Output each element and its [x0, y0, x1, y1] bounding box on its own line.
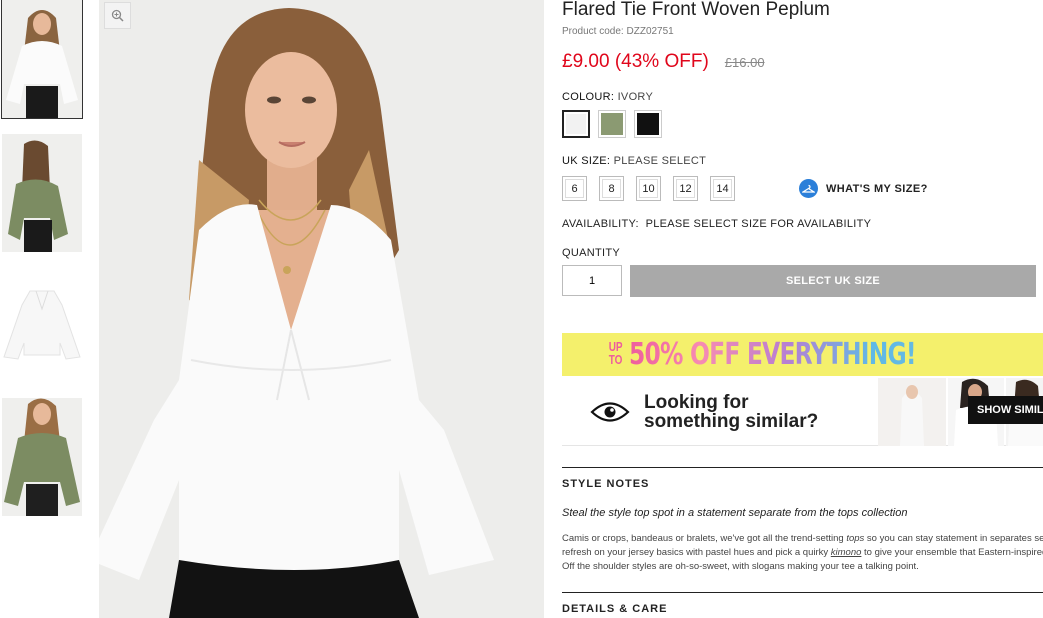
hanger-icon [799, 179, 818, 198]
promo-banner[interactable]: UP TO 50% OFF EVERYTHING! [562, 333, 1043, 376]
colour-label-row: COLOUR: IVORY [562, 91, 1043, 103]
eye-icon [590, 401, 630, 422]
price-row: £9.00 (43% OFF) £16.00 [562, 51, 1043, 73]
availability-label: AVAILABILITY: [562, 218, 639, 230]
zoom-in-icon [111, 9, 124, 22]
product-code-value: DZZ02751 [626, 26, 674, 37]
style-notes-body-part-1: Camis or crops, bandeaus or bralets, we'… [562, 533, 847, 544]
whats-my-size-label: WHAT'S MY SIZE? [826, 182, 928, 195]
size-value: PLEASE SELECT [613, 155, 707, 167]
product-details: Flared Tie Front Woven Peplum Product co… [562, 0, 1043, 618]
size-label-row: UK SIZE: PLEASE SELECT [562, 155, 1043, 167]
zoom-button[interactable] [104, 2, 131, 29]
similar-text: Looking for something similar? [644, 393, 818, 431]
swatch-black[interactable] [634, 110, 662, 138]
product-page: Flared Tie Front Woven Peplum Product co… [0, 0, 1043, 618]
colour-label: COLOUR: [562, 91, 615, 103]
availability-row: AVAILABILITY: PLEASE SELECT SIZE FOR AVA… [562, 218, 1043, 230]
swatch-khaki[interactable] [598, 110, 626, 138]
sale-price: £9.00 (43% OFF) [562, 51, 709, 72]
style-notes-heading[interactable]: STYLE NOTES [562, 478, 649, 490]
similar-line-1: Looking for [644, 391, 749, 413]
promo-upto: UP TO [608, 340, 623, 368]
similar-items-banner: Looking for something similar? SHOW SIMI… [562, 378, 1043, 446]
tops-link[interactable]: tops [846, 533, 864, 544]
colour-swatches [562, 110, 1043, 138]
availability-value: PLEASE SELECT SIZE FOR AVAILABILITY [645, 218, 872, 230]
size-6-button[interactable]: 6 [562, 176, 587, 201]
size-label: UK SIZE: [562, 155, 611, 167]
original-price: £16.00 [724, 55, 765, 70]
details-care-divider [562, 592, 1043, 593]
quantity-input[interactable] [562, 265, 622, 296]
promo-headline: 50% OFF EVERYTHING! [628, 337, 917, 372]
size-12-button[interactable]: 12 [673, 176, 698, 201]
details-care-heading[interactable]: DETAILS & CARE [562, 603, 667, 615]
whats-my-size-link[interactable]: WHAT'S MY SIZE? [799, 179, 928, 198]
product-title: Flared Tie Front Woven Peplum [562, 0, 830, 20]
select-size-button[interactable]: SELECT UK SIZE [630, 265, 1036, 297]
similar-preview-1 [878, 378, 946, 446]
colour-value: IVORY [617, 91, 654, 103]
thumbnail-front-khaki[interactable] [2, 398, 82, 516]
thumbnail-back-khaki[interactable] [2, 134, 82, 252]
style-notes-body: Camis or crops, bandeaus or bralets, we'… [562, 532, 1043, 574]
thumbnail-front-ivory[interactable] [1, 0, 83, 119]
promo-upto-up: UP [608, 340, 623, 355]
style-notes-divider [562, 467, 1043, 468]
product-code-label: Product code: [562, 26, 624, 37]
main-product-image [99, 0, 544, 618]
quantity-label: QUANTITY [562, 247, 621, 259]
size-8-button[interactable]: 8 [599, 176, 624, 201]
product-code: Product code: DZZ02751 [562, 26, 1043, 37]
thumbnail-flat-ivory[interactable] [2, 283, 82, 401]
similar-line-2: something similar? [644, 410, 819, 432]
size-14-button[interactable]: 14 [710, 176, 735, 201]
size-10-button[interactable]: 10 [636, 176, 661, 201]
show-similar-button[interactable]: SHOW SIMILAR [968, 396, 1043, 424]
size-options: 6 8 10 12 14 WHAT'S MY SIZE? [562, 176, 1043, 201]
kimono-link[interactable]: kimono [831, 547, 862, 558]
style-notes-tagline: Steal the style top spot in a statement … [562, 507, 908, 519]
promo-upto-to: TO [608, 353, 623, 368]
quantity-row: SELECT UK SIZE [562, 265, 1043, 297]
swatch-ivory[interactable] [562, 110, 590, 138]
